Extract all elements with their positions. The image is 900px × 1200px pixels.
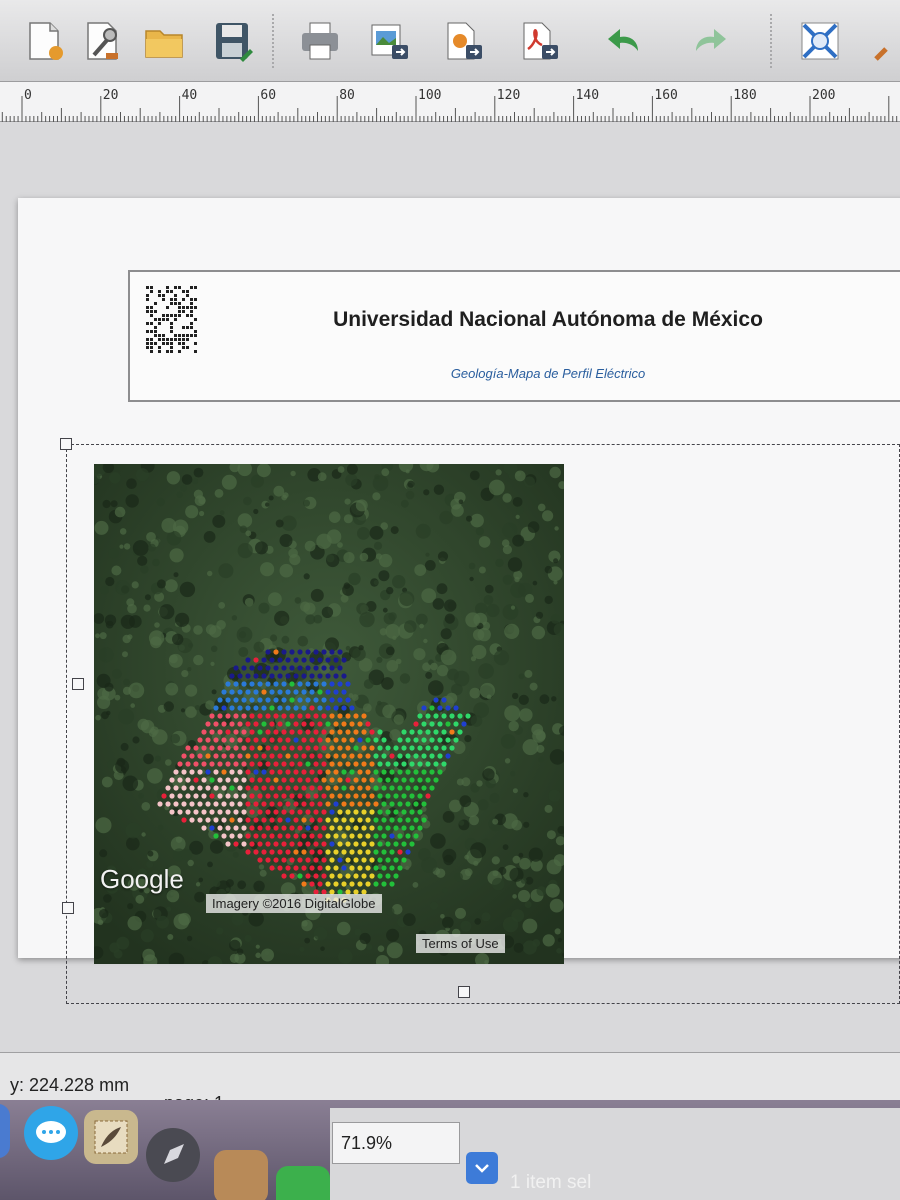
facetime-dock-icon[interactable] bbox=[276, 1166, 330, 1200]
zoom-dropdown-button[interactable] bbox=[466, 1152, 498, 1184]
cursor-coordinate: y: 224.228 mm bbox=[10, 1075, 130, 1095]
ruler-label: 120 bbox=[497, 88, 520, 103]
resize-handle-bottom-left[interactable] bbox=[62, 902, 74, 914]
new-document-icon bbox=[29, 22, 63, 60]
undo-button[interactable] bbox=[600, 14, 648, 68]
selection-count: 1 item sel bbox=[510, 1172, 592, 1193]
unam-seal-logo bbox=[144, 284, 200, 356]
resize-handle-top-left[interactable] bbox=[60, 438, 72, 450]
ruler-scale: 0 20 40 60 80 100 120 140 160 180 200 bbox=[1, 88, 898, 122]
page-title: Universidad Nacional Autónoma de México bbox=[333, 308, 763, 331]
open-template-button[interactable] bbox=[140, 14, 188, 68]
printer-icon bbox=[302, 22, 338, 60]
export-svg-icon bbox=[447, 22, 482, 60]
zoom-full-icon bbox=[801, 22, 839, 60]
new-composer-button[interactable] bbox=[20, 14, 68, 68]
header-label-frame[interactable]: Universidad Nacional Autónoma de México … bbox=[128, 270, 900, 402]
ruler-label: 100 bbox=[418, 88, 441, 103]
ruler-label: 180 bbox=[733, 88, 756, 103]
ruler-label: 80 bbox=[339, 88, 355, 103]
notes-dock-icon[interactable] bbox=[214, 1150, 268, 1200]
terms-of-use-link[interactable]: Terms of Use bbox=[416, 934, 505, 953]
chevron-down-icon bbox=[475, 1164, 489, 1173]
horizontal-ruler: 0 20 40 60 80 100 120 140 160 180 200 bbox=[0, 82, 900, 122]
ruler-label: 200 bbox=[812, 88, 835, 103]
composer-manager-button[interactable] bbox=[78, 14, 126, 68]
zoom-in-button[interactable] bbox=[868, 14, 900, 68]
print-button[interactable] bbox=[296, 14, 344, 68]
zoom-full-button[interactable] bbox=[796, 14, 844, 68]
ruler-label: 60 bbox=[260, 88, 276, 103]
undo-icon bbox=[608, 29, 638, 51]
ruler-label: 160 bbox=[654, 88, 677, 103]
folder-icon bbox=[145, 30, 183, 58]
composer-toolbar bbox=[0, 0, 900, 82]
floppy-disk-icon bbox=[216, 23, 253, 62]
imagery-credit: Imagery ©2016 DigitalGlobe bbox=[206, 894, 382, 913]
google-logo: Google bbox=[100, 864, 184, 894]
ruler-label: 20 bbox=[103, 88, 119, 103]
save-template-button[interactable] bbox=[208, 14, 256, 68]
zoom-in-icon bbox=[874, 47, 888, 61]
ruler-label: 140 bbox=[576, 88, 599, 103]
ruler-label: 0 bbox=[24, 88, 32, 103]
finder-dock-icon[interactable] bbox=[0, 1104, 10, 1158]
export-pdf-button[interactable] bbox=[516, 14, 564, 68]
toolbar-separator bbox=[770, 14, 772, 68]
page-subtitle: Geología-Mapa de Perfil Eléctrico bbox=[450, 366, 646, 381]
satellite-map[interactable]: Google Imagery ©2016 DigitalGlobe Terms … bbox=[94, 464, 564, 964]
toolbar-separator bbox=[272, 14, 274, 68]
redo-button[interactable] bbox=[686, 14, 734, 68]
resize-handle-middle-left[interactable] bbox=[72, 678, 84, 690]
mail-stamp-dock-icon[interactable] bbox=[84, 1110, 138, 1164]
export-pdf-icon bbox=[523, 22, 558, 60]
messages-dock-icon[interactable] bbox=[24, 1106, 78, 1160]
launchpad-dock-icon[interactable] bbox=[146, 1128, 200, 1182]
ruler-label: 40 bbox=[182, 88, 198, 103]
zoom-level-field[interactable]: 71.9% bbox=[332, 1122, 460, 1164]
resize-handle-bottom-middle[interactable] bbox=[458, 986, 470, 998]
export-image-button[interactable] bbox=[366, 14, 414, 68]
export-image-icon bbox=[371, 24, 408, 59]
export-svg-button[interactable] bbox=[440, 14, 488, 68]
redo-icon bbox=[696, 29, 726, 51]
wrench-document-icon bbox=[87, 22, 118, 60]
